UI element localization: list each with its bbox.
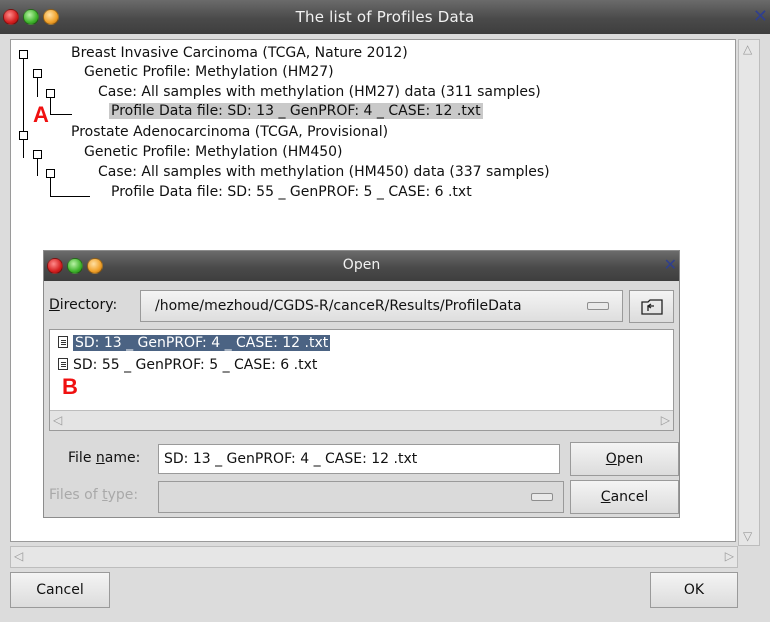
tree-horizontal-scrollbar[interactable]: ◁ ▷: [10, 546, 738, 568]
tree-node-profile-file[interactable]: Profile Data file: SD: 13 _ GenPROF: 4 _…: [109, 103, 483, 119]
tree-node-genetic-profile[interactable]: Genetic Profile: Methylation (HM450): [84, 144, 343, 160]
file-name: SD: 55 _ GenPROF: 5 _ CASE: 6 .txt: [73, 357, 318, 373]
file-icon: [58, 336, 68, 348]
filetype-combo[interactable]: [158, 481, 564, 513]
marker-a: A: [33, 102, 49, 127]
tree-node-genetic-profile[interactable]: Genetic Profile: Methylation (HM27): [84, 64, 334, 80]
scroll-up-icon[interactable]: △: [743, 42, 752, 56]
dropdown-icon[interactable]: [587, 302, 609, 310]
open-button[interactable]: Open: [570, 442, 679, 476]
dialog-cancel-button[interactable]: Cancel: [570, 480, 679, 514]
file-icon: [58, 358, 68, 370]
ok-button[interactable]: OK: [650, 572, 738, 608]
tree-node-study[interactable]: Breast Invasive Carcinoma (TCGA, Nature …: [71, 45, 408, 61]
profiles-window: The list of Profiles Data ✕ Breast Invas…: [0, 0, 770, 622]
tree-expand-icon[interactable]: [46, 89, 55, 98]
tree-node-case[interactable]: Case: All samples with methylation (HM27…: [98, 84, 541, 100]
dialog-title: Open: [342, 257, 381, 273]
filetype-label: Files of type:: [49, 487, 139, 503]
tree-node-profile-file[interactable]: Profile Data file: SD: 55 _ GenPROF: 5 _…: [111, 184, 472, 200]
directory-label: Directory:: [49, 297, 118, 313]
directory-value: /home/mezhoud/CGDS-R/canceR/Results/Prof…: [155, 298, 522, 314]
filename-input[interactable]: SD: 13 _ GenPROF: 4 _ CASE: 12 .txt: [158, 444, 560, 474]
tree-connector: [50, 177, 51, 197]
tree-connector: [37, 156, 38, 176]
tree-expand-icon[interactable]: [46, 169, 55, 178]
tree-expand-icon[interactable]: [33, 150, 42, 159]
tree-connector: [37, 77, 38, 97]
filename-label: File name:: [68, 450, 141, 466]
tree-node-study[interactable]: Prostate Adenocarcinoma (TCGA, Provision…: [71, 124, 388, 140]
close-icon[interactable]: ✕: [753, 6, 768, 27]
scroll-right-icon[interactable]: ▷: [725, 549, 734, 563]
marker-b: B: [62, 374, 78, 399]
directory-combo[interactable]: /home/mezhoud/CGDS-R/canceR/Results/Prof…: [140, 290, 623, 322]
tree-connector: [23, 142, 24, 158]
tree-expand-icon[interactable]: [19, 50, 28, 59]
tree-connector: [23, 58, 24, 142]
scroll-left-icon[interactable]: ◁: [14, 549, 23, 563]
open-dialog: Open ✕ Directory: /home/mezhoud/CGDS-R/c…: [43, 250, 680, 518]
list-item[interactable]: SD: 55 _ GenPROF: 5 _ CASE: 6 .txt: [58, 357, 317, 373]
tree-node-case[interactable]: Case: All samples with methylation (HM45…: [98, 164, 550, 180]
tree-connector: [50, 97, 51, 115]
window-titlebar: The list of Profiles Data ✕: [0, 0, 770, 34]
tree-connector: [50, 196, 90, 197]
window-title: The list of Profiles Data: [295, 8, 475, 26]
scroll-right-icon[interactable]: ▷: [661, 413, 670, 427]
tree-connector: [50, 114, 72, 115]
file-list-scrollbar[interactable]: ◁ ▷: [50, 410, 673, 430]
scroll-down-icon[interactable]: ▽: [743, 529, 752, 543]
scroll-left-icon[interactable]: ◁: [53, 413, 62, 427]
parent-directory-button[interactable]: [629, 290, 674, 323]
file-list: SD: 13 _ GenPROF: 4 _ CASE: 12 .txt SD: …: [49, 329, 674, 431]
file-name: SD: 13 _ GenPROF: 4 _ CASE: 12 .txt: [73, 335, 331, 351]
tree-expand-icon[interactable]: [19, 131, 28, 140]
list-item[interactable]: SD: 13 _ GenPROF: 4 _ CASE: 12 .txt: [58, 335, 331, 351]
tree-expand-icon[interactable]: [33, 69, 42, 78]
close-icon[interactable]: ✕: [664, 255, 677, 274]
dialog-titlebar: Open ✕: [44, 251, 679, 281]
dropdown-icon[interactable]: [531, 493, 553, 501]
folder-up-icon: [640, 299, 663, 315]
tree-vertical-scrollbar[interactable]: △ ▽: [738, 39, 760, 546]
cancel-button[interactable]: Cancel: [10, 572, 110, 608]
